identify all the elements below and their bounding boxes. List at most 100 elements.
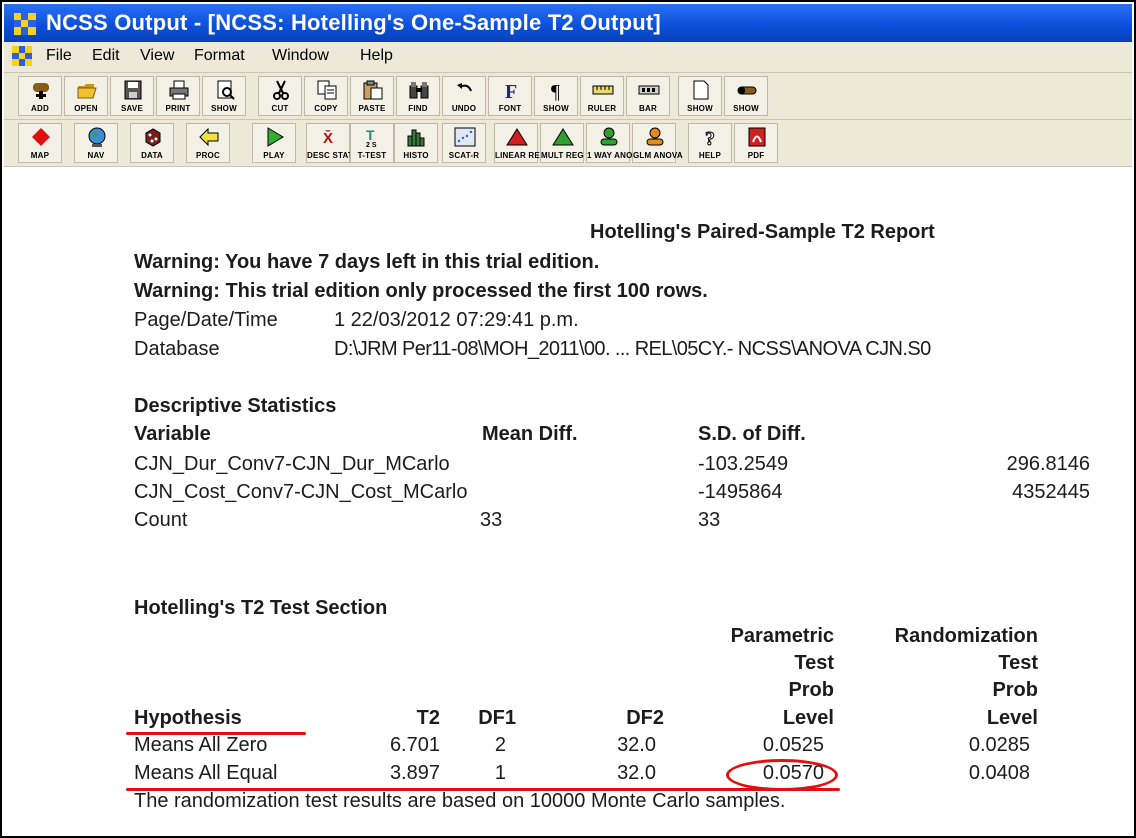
desc-stats-label: DESC STATS: [307, 151, 359, 160]
play-button[interactable]: PLAY: [252, 123, 296, 163]
row-equal-df2: 32.0: [617, 762, 656, 784]
desc-row-dur-name: CJN_Dur_Conv7-CJN_Dur_MCarlo: [134, 453, 450, 475]
menu-help[interactable]: Help: [360, 47, 393, 65]
row-equal-t2: 3.897: [389, 762, 440, 784]
glm-anova-label: GLM ANOVA: [633, 151, 683, 160]
binoculars-icon: [409, 82, 429, 99]
row-zero-rand-prob: 0.0285: [968, 734, 1030, 756]
paste-label: PASTE: [358, 104, 386, 113]
rand-header-line1: Randomization: [894, 625, 1038, 647]
proc-button[interactable]: PROC: [186, 123, 230, 163]
show-preview-button[interactable]: SHOW: [202, 76, 246, 116]
desc-row-count-mean: 33: [480, 509, 503, 531]
find-button[interactable]: FIND: [396, 76, 440, 116]
save-button[interactable]: SAVE: [110, 76, 154, 116]
ruler-label: RULER: [587, 104, 617, 113]
undo-button[interactable]: UNDO: [442, 76, 486, 116]
t-test-button[interactable]: T2 S T-TEST: [350, 123, 394, 163]
pill-icon: [737, 86, 757, 95]
database-path: D:\JRM Per11-08\MOH_2011\00. ... REL\05C…: [334, 338, 931, 360]
desc-stats-button[interactable]: X̄ DESC STATS: [306, 123, 359, 163]
ruler-button[interactable]: RULER: [580, 76, 624, 116]
menu-view[interactable]: View: [140, 47, 174, 65]
bar-label: BAR: [639, 104, 657, 113]
map-label: MAP: [30, 151, 50, 160]
scissors-icon: [273, 80, 289, 100]
mean-diff-header: Mean Diff.: [482, 423, 578, 445]
linear-reg-label: LINEAR REG: [495, 151, 547, 160]
histo-button[interactable]: HISTO: [394, 123, 438, 163]
row-equal-rand-prob: 0.0408: [968, 762, 1030, 784]
ruler-icon: [592, 85, 614, 95]
t-test-label: T-TEST: [357, 151, 387, 160]
show-label-2: SHOW: [543, 104, 569, 113]
play-icon: [267, 127, 284, 147]
row-zero-df1: 2: [494, 734, 506, 756]
ncss-output-window: NCSS Output - [NCSS: Hotelling's One-Sam…: [0, 0, 1136, 838]
menu-file[interactable]: File: [46, 47, 72, 65]
print-button[interactable]: PRINT: [156, 76, 200, 116]
title-bar[interactable]: NCSS Output - [NCSS: Hotelling's One-Sam…: [4, 4, 1132, 42]
map-diamond-icon: [32, 128, 50, 146]
open-button[interactable]: OPEN: [64, 76, 108, 116]
map-button[interactable]: MAP: [18, 123, 62, 163]
printer-icon: [169, 80, 189, 100]
save-disk-icon: [124, 80, 142, 100]
show-pill-button[interactable]: SHOW: [724, 76, 768, 116]
monte-carlo-footnote: The randomization test results are based…: [134, 790, 786, 812]
means-equal-underline-annotation: [126, 788, 840, 791]
desc-row-dur-extra: 296.8146: [1006, 453, 1090, 475]
hypothesis-header: Hypothesis: [134, 707, 242, 729]
font-button[interactable]: F FONT: [488, 76, 532, 116]
show-label-3: SHOW: [687, 104, 713, 113]
desc-row-cost-extra: 4352445: [1012, 481, 1090, 503]
mult-reg-label: MULT REG: [541, 151, 584, 160]
paste-icon: [363, 80, 383, 100]
open-folder-icon: [77, 84, 97, 99]
prob-circle-annotation: [726, 759, 838, 791]
document-icon[interactable]: [12, 46, 32, 66]
svg-text:?: ?: [705, 128, 715, 148]
row-equal-df1: 1: [494, 762, 506, 784]
help-button[interactable]: ? HELP: [688, 123, 732, 163]
copy-button[interactable]: COPY: [304, 76, 348, 116]
show-page-button[interactable]: SHOW: [678, 76, 722, 116]
glm-anova-button[interactable]: GLM ANOVA: [632, 123, 683, 163]
show-pilcrow-button[interactable]: ¶ SHOW: [534, 76, 578, 116]
pilcrow-icon: ¶: [551, 81, 560, 101]
svg-text:F: F: [505, 81, 517, 101]
menu-edit[interactable]: Edit: [92, 47, 120, 65]
show-label-1: SHOW: [211, 104, 237, 113]
menu-format[interactable]: Format: [194, 47, 245, 65]
add-button[interactable]: ADD: [18, 76, 62, 116]
linear-reg-icon: [506, 128, 528, 146]
data-button[interactable]: DATA: [130, 123, 174, 163]
scatter-button[interactable]: SCAT-R: [442, 123, 486, 163]
font-label: FONT: [498, 104, 522, 113]
help-label: HELP: [698, 151, 722, 160]
paste-button[interactable]: PASTE: [350, 76, 394, 116]
database-label: Database: [134, 338, 220, 360]
row-zero-param-prob: 0.0525: [762, 734, 824, 756]
cut-button[interactable]: CUT: [258, 76, 302, 116]
desc-stats-icon: X̄: [323, 129, 333, 147]
bar-button[interactable]: BAR: [626, 76, 670, 116]
t2-header: T2: [416, 707, 440, 729]
print-label: PRINT: [165, 104, 191, 113]
param-header-line1: Parametric: [730, 625, 834, 647]
one-way-anova-button[interactable]: 1 WAY ANOVA: [586, 123, 643, 163]
nav-button[interactable]: NAV: [74, 123, 118, 163]
linear-reg-button[interactable]: LINEAR REG: [494, 123, 547, 163]
t-test-glyph: 2 S: [366, 142, 377, 148]
descriptive-stats-title: Descriptive Statistics: [134, 395, 337, 417]
df2-header: DF2: [626, 707, 664, 729]
menu-window[interactable]: Window: [272, 47, 329, 65]
param-header-line3: Prob: [788, 679, 834, 701]
scatter-icon: [454, 127, 476, 147]
undo-icon: [457, 83, 472, 92]
mult-reg-button[interactable]: MULT REG: [540, 123, 584, 163]
desc-row-cost-name: CJN_Cost_Conv7-CJN_Cost_MCarlo: [134, 481, 468, 503]
desc-row-count-sd: 33: [698, 509, 721, 531]
row-zero-df2: 32.0: [617, 734, 656, 756]
pdf-button[interactable]: PDF: [734, 123, 778, 163]
